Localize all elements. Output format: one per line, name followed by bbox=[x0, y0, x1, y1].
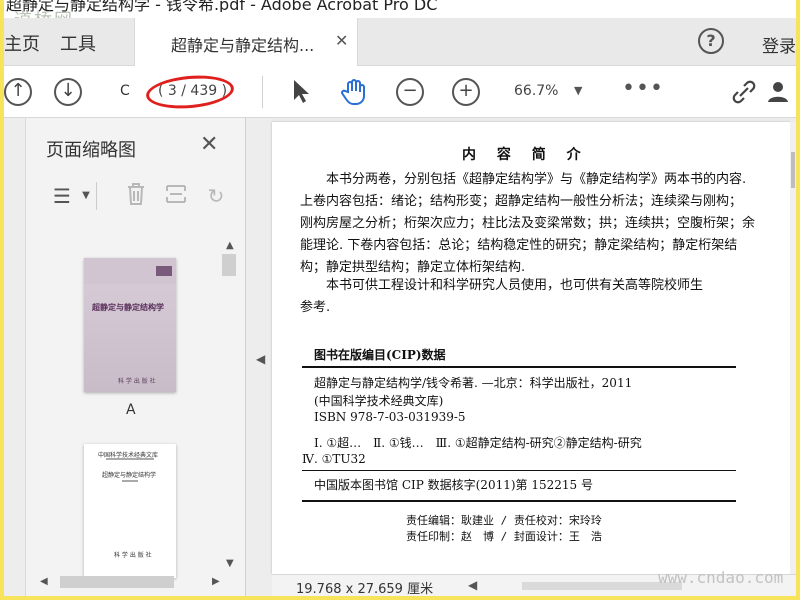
credit-line: 责任编辑：耿建业 / 责任校对：宋玲玲 bbox=[406, 514, 602, 527]
arrow-up-circle-icon[interactable]: ↑ bbox=[4, 78, 32, 106]
collapse-pane-icon[interactable]: ◀ bbox=[256, 352, 265, 366]
scroll-right-icon[interactable]: ▶ bbox=[212, 576, 220, 587]
rotate-icon[interactable]: ↻ bbox=[202, 182, 230, 210]
document-scrollbar-thumb[interactable] bbox=[791, 152, 795, 188]
user-icon[interactable] bbox=[764, 78, 792, 106]
cover-title: 超静定与静定结构学 bbox=[92, 303, 164, 312]
paragraph-line: 本书可供工程设计和科学研究人员使用，也可供有关高等院校师生 bbox=[326, 278, 704, 293]
page-heading: 内 容 简 介 bbox=[462, 147, 589, 163]
series-header: 中国科学技术经典文库 bbox=[98, 452, 159, 459]
pane-toolbar: ☰ ▼ ↻ bbox=[26, 174, 244, 218]
cip-title: 图书在版编目(CIP)数据 bbox=[314, 348, 446, 362]
scroll-left-icon[interactable]: ◀ bbox=[468, 578, 477, 592]
thumbnail-label: A bbox=[126, 402, 136, 418]
cover-badge bbox=[156, 266, 172, 276]
hand-tool-icon[interactable] bbox=[340, 78, 368, 106]
scroll-left-icon[interactable]: ◀ bbox=[40, 576, 48, 587]
credit-line: 责任印制：赵 博 / 封面设计：王 浩 bbox=[406, 530, 602, 543]
toolbar-divider bbox=[262, 76, 263, 108]
trash-icon[interactable] bbox=[122, 182, 150, 210]
share-link-icon[interactable] bbox=[730, 78, 758, 106]
tab-document[interactable]: 超静定与静定结构... ✕ bbox=[134, 18, 358, 66]
paragraph-line: 上卷内容包括：绪论；结构形变；超静定结构一般性分析法；连续梁与刚构； bbox=[300, 194, 743, 209]
page-dimensions: 19.768 x 27.659 厘米 bbox=[296, 582, 434, 596]
paragraph-line: 刚构房屋之分析；桁架次应力；柱比法及变梁常数；拱；连续拱；空腹桁架；余 bbox=[300, 216, 756, 231]
cip-mid-rule bbox=[302, 470, 736, 471]
red-annotation-ellipse bbox=[144, 72, 236, 112]
pane-scrollbar-thumb[interactable] bbox=[222, 254, 236, 276]
chevron-down-icon[interactable]: ▼ bbox=[574, 84, 582, 97]
navigation-rail bbox=[4, 118, 26, 596]
extract-pages-icon[interactable] bbox=[162, 182, 190, 210]
title-page-publisher: 科 学 出 版 社 bbox=[114, 552, 152, 559]
cip-line: Ⅳ. ①TU32 bbox=[302, 452, 366, 466]
login-link[interactable]: 登录 bbox=[762, 32, 796, 57]
title-page-title: 超静定与静定结构学 bbox=[102, 472, 157, 479]
arrow-down-circle-icon[interactable]: ↓ bbox=[54, 78, 82, 106]
tab-tools[interactable]: 工具 bbox=[60, 30, 96, 56]
close-pane-icon[interactable]: ✕ bbox=[200, 132, 218, 157]
tab-home[interactable]: 主页 bbox=[4, 30, 40, 56]
zoom-out-icon[interactable]: − bbox=[396, 78, 424, 106]
zoom-level[interactable]: 66.7% bbox=[514, 83, 558, 99]
cover-publisher: 科 学 出 版 社 bbox=[118, 378, 156, 385]
paragraph-line: 构；静定拱型结构；静定立体桁架结构. bbox=[300, 260, 526, 275]
document-vertical-scrollbar[interactable] bbox=[790, 122, 796, 574]
cip-line: ISBN 978-7-03-031939-5 bbox=[314, 410, 466, 424]
close-tab-icon[interactable]: ✕ bbox=[335, 31, 348, 50]
paragraph-line: 能理论. 下卷内容包括：总论；结构稳定性的研究；静定梁结构；静定桁架结 bbox=[300, 238, 738, 253]
cip-line: (中国科学技术经典文库) bbox=[314, 394, 444, 408]
more-tools-icon[interactable]: ••• bbox=[622, 76, 664, 101]
thumbnail-page-2[interactable]: 中国科学技术经典文库 超静定与静定结构学 科 学 出 版 社 bbox=[84, 444, 176, 578]
scroll-down-icon[interactable]: ▼ bbox=[226, 558, 234, 569]
pane-title: 页面缩略图 bbox=[46, 140, 136, 161]
tab-bar: 主页 工具 超静定与静定结构... ✕ ? 登录 bbox=[4, 18, 796, 66]
acrobat-window: 超静定与静定结构学 - 钱令希.pdf - Adobe Acrobat Pro … bbox=[4, 0, 796, 596]
pane-toolbar-divider bbox=[96, 182, 97, 210]
site-url-watermark: www.cndao.com bbox=[658, 568, 784, 587]
title-bar: 超静定与静定结构学 - 钱令希.pdf - Adobe Acrobat Pro … bbox=[4, 0, 796, 12]
scroll-up-icon[interactable]: ▲ bbox=[226, 240, 234, 251]
paragraph-line: 本书分两卷，分别包括《超静定结构学》与《静定结构学》两本书的内容. bbox=[326, 172, 747, 187]
page-thumbnails-pane: 页面缩略图 ✕ ☰ ▼ ↻ ▲ ▼ 超静定与静定结构学 科 学 出 版 社 A … bbox=[26, 118, 246, 596]
toolbar: ↑ ↓ C ( 3 / 439 ) − + 66.7% ▼ ••• bbox=[4, 66, 796, 118]
zoom-in-icon[interactable]: + bbox=[452, 78, 480, 106]
cip-line: Ⅰ. ①超… Ⅱ. ①钱… Ⅲ. ①超静定结构-研究②静定结构-研究 bbox=[314, 436, 642, 450]
select-cursor-icon[interactable] bbox=[286, 78, 314, 106]
page-number-input[interactable]: C bbox=[120, 83, 130, 99]
cip-bottom-rule bbox=[302, 500, 736, 502]
cip-top-rule bbox=[302, 366, 736, 368]
title-rule-short bbox=[122, 480, 138, 482]
thumbnail-page-a[interactable]: 超静定与静定结构学 科 学 出 版 社 bbox=[84, 258, 176, 392]
cip-number: 中国版本图书馆 CIP 数据核字(2011)第 152215 号 bbox=[314, 478, 593, 492]
help-icon[interactable]: ? bbox=[698, 28, 724, 54]
pdf-page: 内 容 简 介 本书分两卷，分别包括《超静定结构学》与《静定结构学》两本书的内容… bbox=[272, 122, 790, 574]
pane-horizontal-scrollbar-thumb[interactable] bbox=[60, 576, 174, 588]
paragraph-line: 参考. bbox=[300, 300, 331, 315]
cip-line: 超静定与静定结构学/钱令希著. —北京：科学出版社，2011 bbox=[314, 376, 633, 390]
tab-document-label: 超静定与静定结构... bbox=[171, 36, 315, 55]
